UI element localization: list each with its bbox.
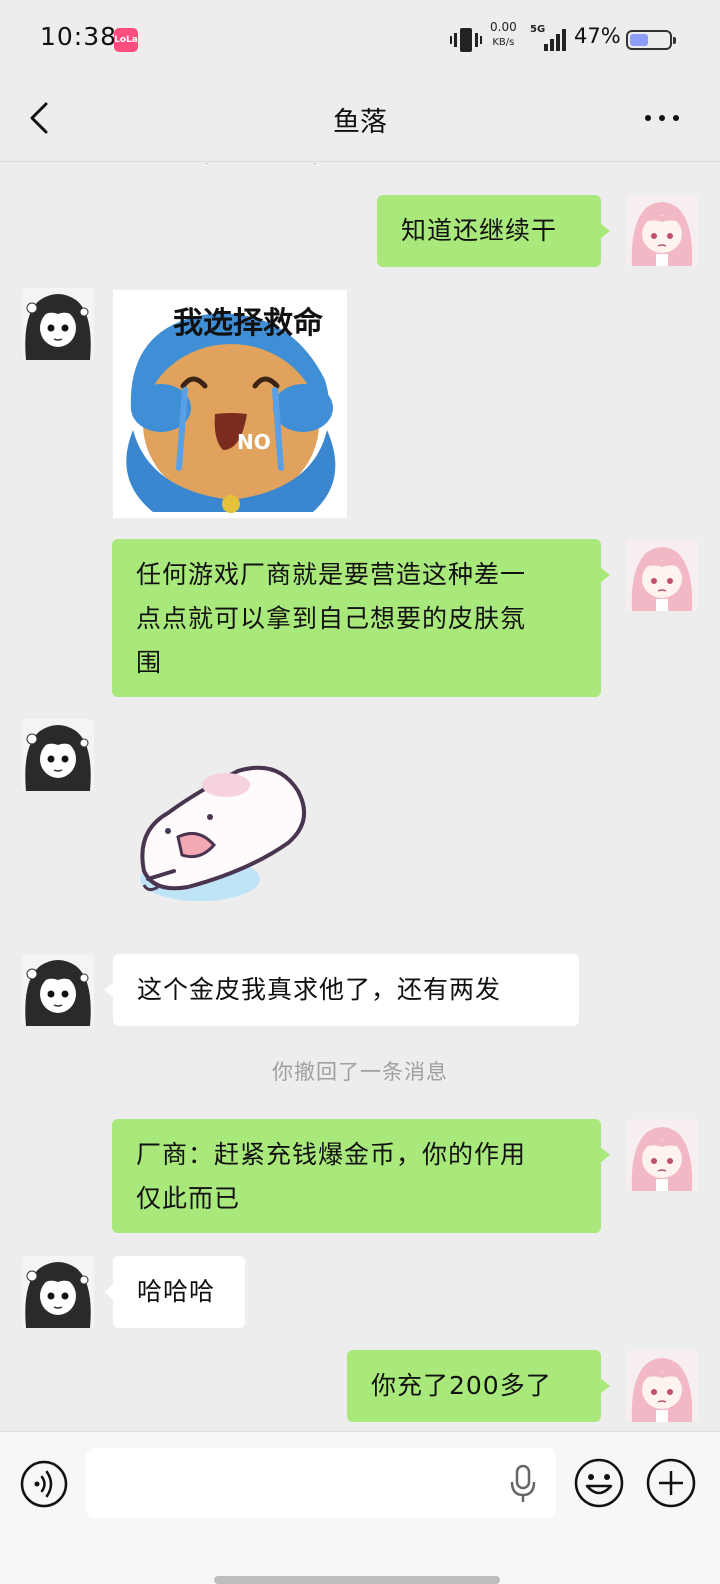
anime-girl-avatar-icon (626, 1350, 698, 1422)
anime-girl-avatar-icon (626, 1119, 698, 1191)
anime-girl-avatar-icon (626, 539, 698, 611)
message-text-line: 厂商：赶紧充钱爆金币，你的作用 (136, 1140, 527, 1169)
chat-area[interactable]: 知道还继续干 我选择救命 NO 任何游戏厂商就是要营造这种差一 点点就可以拿到自… (0, 163, 720, 1431)
signal-icon (544, 29, 566, 51)
message-bubble-sent[interactable]: 任何游戏厂商就是要营造这种差一 点点就可以拿到自己想要的皮肤氛 围 (112, 539, 610, 697)
meme-label: NO (237, 430, 271, 454)
meme-caption: 我选择救命 (173, 306, 323, 341)
home-indicator[interactable] (214, 1576, 500, 1584)
message-text: 哈哈哈 (137, 1277, 216, 1306)
contact-avatar[interactable] (22, 954, 94, 1026)
manga-girl-avatar-icon (22, 1256, 94, 1328)
manga-girl-avatar-icon (22, 954, 94, 1026)
anime-girl-avatar-icon (626, 194, 698, 266)
ellipsis-icon[interactable] (642, 106, 682, 130)
battery-percent: 47% (574, 24, 621, 48)
chat-header: 鱼落 (0, 78, 720, 162)
contact-avatar[interactable] (22, 1256, 94, 1328)
chat-title: 鱼落 (333, 107, 387, 138)
app-notification-icon: LoLa (114, 28, 138, 52)
contact-avatar[interactable] (22, 719, 94, 791)
status-time: 10:38 (40, 22, 118, 51)
message-text-line: 围 (136, 648, 163, 677)
contact-avatar[interactable] (22, 288, 94, 360)
network-speed-value: 0.00 (490, 20, 517, 34)
message-input[interactable] (86, 1448, 556, 1518)
battery-fill (630, 34, 648, 46)
manga-girl-avatar-icon (22, 288, 94, 360)
previous-sticker-fragment[interactable] (200, 163, 330, 177)
emoji-icon[interactable] (574, 1458, 624, 1508)
message-bubble-sent[interactable]: 知道还继续干 (377, 195, 610, 267)
input-bar (0, 1431, 720, 1584)
message-text: 你充了200多了 (371, 1371, 552, 1400)
voice-icon[interactable] (20, 1460, 68, 1508)
manga-girl-avatar-icon (22, 719, 94, 791)
message-text: 知道还继续干 (401, 216, 558, 245)
message-text-line: 任何游戏厂商就是要营造这种差一 (136, 560, 527, 589)
message-text: 这个金皮我真求他了，还有两发 (137, 975, 502, 1004)
recall-notice: 你撤回了一条消息 (272, 1060, 448, 1084)
microphone-icon[interactable] (508, 1464, 538, 1504)
network-speed: 0.00 KB/s (490, 20, 517, 50)
plus-icon[interactable] (646, 1458, 696, 1508)
message-bubble-received[interactable]: 哈哈哈 (104, 1256, 245, 1328)
battery-icon (626, 30, 676, 50)
my-avatar[interactable] (626, 1119, 698, 1191)
status-bar: 10:38 LoLa 0.00 KB/s 5G 47% (0, 0, 720, 78)
crying-mochi-sticker-icon[interactable] (128, 761, 314, 911)
message-bubble-sent[interactable]: 厂商：赶紧充钱爆金币，你的作用 仅此而已 (112, 1119, 610, 1233)
message-text-line: 仅此而已 (136, 1184, 241, 1213)
meme-sticker[interactable]: 我选择救命 NO (113, 290, 347, 518)
vibrate-icon (450, 28, 482, 52)
network-speed-unit: KB/s (492, 37, 515, 48)
my-avatar[interactable] (626, 539, 698, 611)
message-bubble-received[interactable]: 这个金皮我真求他了，还有两发 (104, 954, 579, 1026)
my-avatar[interactable] (626, 194, 698, 266)
my-avatar[interactable] (626, 1350, 698, 1422)
message-bubble-sent[interactable]: 你充了200多了 (347, 1350, 610, 1422)
message-text-line: 点点就可以拿到自己想要的皮肤氛 (136, 604, 527, 633)
